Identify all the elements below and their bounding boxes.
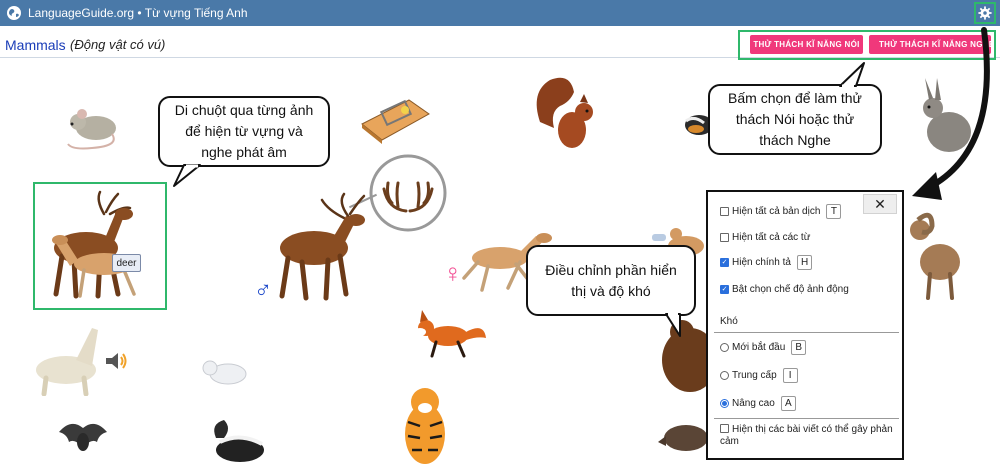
mousetrap-image[interactable] <box>357 92 432 144</box>
wolf-image[interactable] <box>32 320 104 396</box>
display-tip-bubble: Điều chỉnh phần hiển thị và độ khó <box>526 245 696 316</box>
level-intermediate[interactable]: Trung cấp I <box>720 368 798 383</box>
mouse-image[interactable] <box>62 106 122 152</box>
level-advanced[interactable]: Nâng cao A <box>720 396 796 411</box>
deer-pair-image[interactable] <box>40 190 160 304</box>
checkbox[interactable] <box>720 285 729 294</box>
radio[interactable] <box>720 399 729 408</box>
difficulty-heading: Khó <box>720 316 738 327</box>
option-show-all-words[interactable]: Hiện tất cả các từ <box>720 232 810 243</box>
challenge-tip-bubble: Bấm chọn để làm thử thách Nói hoặc thử t… <box>708 84 882 155</box>
checkbox[interactable] <box>720 258 729 267</box>
close-button[interactable]: ✕ <box>863 194 897 214</box>
page-title: Mammals <box>5 37 66 53</box>
listening-challenge-button[interactable]: THỬ THÁCH KĨ NĂNG NGHE <box>869 35 991 54</box>
divider <box>714 332 899 333</box>
shortcut-key: I <box>782 368 798 383</box>
site-title[interactable]: LanguageGuide.org • Từ vựng Tiếng Anh <box>28 6 248 20</box>
level-beginner[interactable]: Mới bắt đầu B <box>720 340 807 355</box>
option-animation-mode[interactable]: Bật chọn chế độ ảnh động <box>720 284 849 295</box>
female-symbol: ♀ <box>443 258 463 288</box>
option-sensitive-content[interactable]: Hiện thị các bài viết có thể gây phản cả… <box>720 424 898 448</box>
checkbox[interactable] <box>720 207 729 216</box>
hover-tip-bubble: Di chuột qua từng ảnh để hiện từ vựng và… <box>158 96 330 167</box>
radio[interactable] <box>720 371 729 380</box>
hover-word-label: deer <box>112 254 141 272</box>
tiger-image[interactable] <box>398 382 452 466</box>
arctic-fox-image[interactable] <box>200 356 256 388</box>
shortcut-key: A <box>780 396 796 411</box>
divider <box>714 418 899 419</box>
rabbit-image[interactable] <box>915 76 975 154</box>
squirrel-image[interactable] <box>530 72 600 158</box>
ram-image[interactable] <box>904 208 964 300</box>
globe-icon <box>7 6 21 20</box>
shortcut-key: B <box>791 340 807 355</box>
shortcut-key: H <box>796 255 813 270</box>
bat-image[interactable] <box>57 418 109 460</box>
skunk-image[interactable] <box>210 418 272 468</box>
antlers-zoom-image <box>369 154 447 232</box>
radio[interactable] <box>720 343 729 352</box>
checkbox[interactable] <box>720 233 729 242</box>
buck-image[interactable] <box>272 192 368 302</box>
male-symbol: ♂ <box>254 277 272 304</box>
top-bar: LanguageGuide.org • Từ vựng Tiếng Anh <box>0 0 1000 26</box>
page-subtitle: (Động vật có vú) <box>70 37 166 52</box>
fox-image[interactable] <box>408 308 488 358</box>
checkbox[interactable] <box>720 424 729 433</box>
option-show-spelling[interactable]: Hiện chính tả H <box>720 255 813 270</box>
settings-button[interactable] <box>974 2 996 24</box>
gear-icon <box>978 6 992 20</box>
shortcut-key: T <box>826 204 842 219</box>
option-show-translations[interactable]: Hiện tất cả bản dịch T <box>720 204 842 219</box>
speaking-challenge-button[interactable]: THỬ THÁCH KĨ NĂNG NÓI <box>750 35 863 54</box>
bear-image[interactable] <box>660 318 708 394</box>
boar-image[interactable] <box>658 418 706 456</box>
settings-panel: ✕ Hiện tất cả bản dịch T Hiện tất cả các… <box>706 190 904 460</box>
speaker-icon[interactable] <box>104 352 128 370</box>
